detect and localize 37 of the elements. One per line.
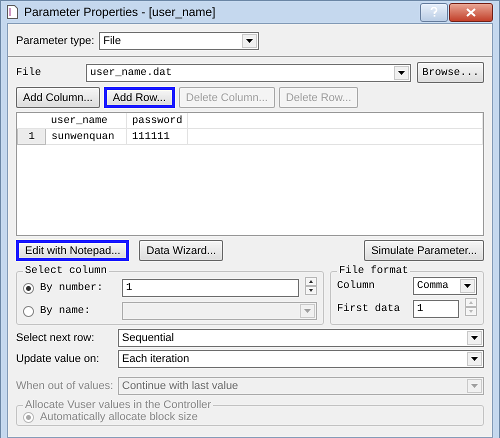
browse-button[interactable]: Browse...	[417, 62, 484, 83]
table-cell: 111111	[126, 128, 188, 144]
number-field[interactable]: 1	[413, 300, 459, 318]
field-label: File	[16, 66, 42, 78]
field-label: Parameter type:	[16, 35, 94, 47]
radio-label: Automatically allocate block size	[40, 411, 198, 423]
simulate-button[interactable]: Simulate Parameter...	[364, 240, 484, 261]
dropdown[interactable]: Each iteration	[118, 350, 484, 368]
number-field[interactable]: 1	[122, 279, 299, 297]
group-title: File format	[338, 265, 410, 277]
column-dropdown[interactable]: Comma	[413, 277, 477, 295]
filename-combo-box[interactable]: user_name.dat	[86, 64, 412, 82]
radio-button[interactable]	[23, 306, 34, 316]
toolbar-button[interactable]: Add Column...	[16, 87, 100, 108]
field-label: Update value on:	[16, 353, 100, 365]
radio-label: By number:	[40, 282, 104, 294]
group-title: Select column	[24, 265, 108, 277]
action-button[interactable]: Edit with Notepad...	[16, 240, 130, 261]
column-header: password	[126, 113, 188, 128]
close-icon[interactable]	[449, 2, 493, 22]
action-button[interactable]: Data Wizard...	[139, 240, 224, 261]
group-title: Allocate Vuser values in the Controller	[24, 399, 212, 411]
field-label: Select next row:	[16, 332, 96, 344]
field-label: First data	[337, 303, 402, 315]
dropdown[interactable]: Sequential	[118, 329, 484, 347]
document-icon	[7, 5, 18, 19]
help-icon[interactable]	[420, 2, 448, 22]
parameter-type-dropdown[interactable]: File	[99, 32, 260, 50]
row-number: 1	[18, 128, 46, 144]
radio-button[interactable]	[23, 282, 34, 294]
toolbar-button[interactable]: Add Row...	[104, 87, 175, 108]
radio-label: By name:	[40, 305, 92, 317]
table-cell: sunwenquan	[46, 128, 126, 144]
field-label: Column	[337, 280, 376, 292]
field-label: When out of values:	[16, 380, 112, 392]
column-header: user_name	[46, 113, 126, 128]
window-title: Parameter Properties - [user_name]	[24, 5, 216, 19]
